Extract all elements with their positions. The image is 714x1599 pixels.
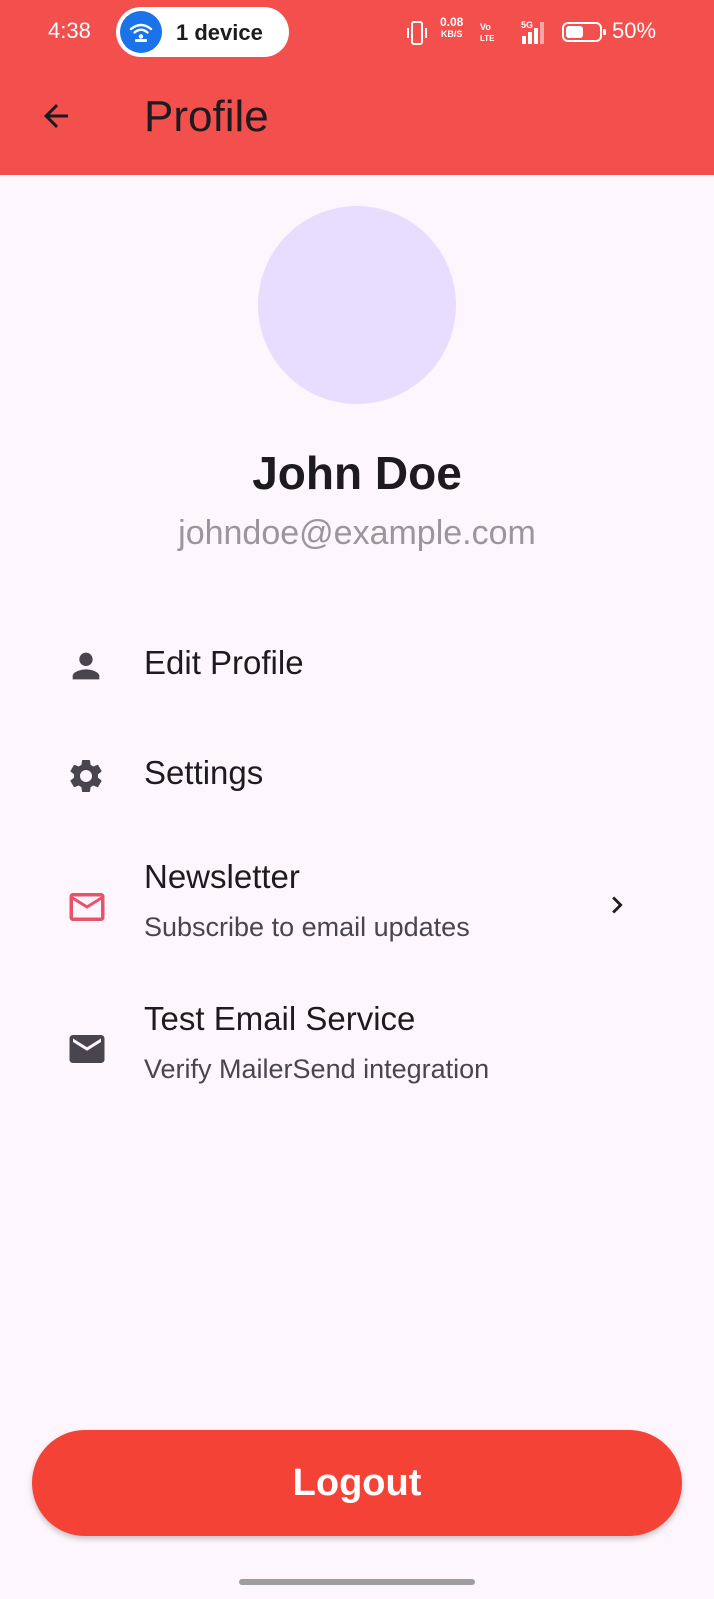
svg-text:5G: 5G [521, 20, 533, 30]
mail-filled-icon [69, 1035, 105, 1063]
battery-percent: 50% [612, 18, 657, 43]
mail-outline-icon [69, 893, 105, 921]
menu-item-subtitle: Subscribe to email updates [144, 912, 470, 942]
hotspot-device-pill[interactable]: 1 device [116, 7, 289, 57]
app-bar: Profile [0, 64, 714, 175]
vibrate-icon [407, 21, 427, 45]
menu-item-settings[interactable]: Settings [0, 724, 714, 828]
menu-item-newsletter[interactable]: Newsletter Subscribe to email updates [0, 846, 714, 970]
menu-item-title: Test Email Service [144, 1000, 416, 1037]
user-email: johndoe@example.com [178, 514, 536, 552]
user-name: John Doe [252, 447, 462, 499]
device-pill-label: 1 device [176, 20, 263, 45]
chevron-right-icon [612, 896, 623, 914]
net-speed-unit: KB/S [440, 29, 463, 39]
menu-item-title: Newsletter [144, 858, 300, 895]
page-title: Profile [144, 92, 269, 141]
menu-item-title: Settings [144, 754, 264, 791]
wifi-hotspot-icon [120, 11, 162, 53]
menu-item-subtitle: Verify MailerSend integration [144, 1054, 490, 1084]
volte-icon: Vo LTE [480, 22, 495, 43]
svg-text:Vo: Vo [480, 22, 491, 32]
menu-item-edit-profile[interactable]: Edit Profile [0, 614, 714, 718]
net-speed-indicator: 0.08 KB/S [440, 16, 463, 40]
menu-item-test-email-service[interactable]: Test Email Service Verify MailerSend int… [0, 988, 714, 1112]
menu-item-title: Edit Profile [144, 644, 304, 681]
home-indicator[interactable] [239, 1579, 475, 1585]
gear-icon [70, 760, 102, 792]
battery-icon [562, 22, 606, 42]
app-header: 4:38 1 device 0.08 KB/S Vo LTE 5G 50% Pr… [0, 0, 714, 175]
logout-button[interactable]: Logout [32, 1430, 682, 1536]
person-icon [72, 652, 100, 680]
back-button[interactable] [30, 90, 82, 142]
status-time: 4:38 [48, 18, 91, 43]
status-bar: 4:38 1 device 0.08 KB/S Vo LTE 5G 50% [0, 0, 714, 64]
svg-text:LTE: LTE [480, 34, 495, 43]
net-speed-value: 0.08 [440, 15, 464, 29]
avatar [258, 206, 456, 404]
signal-5g-icon: 5G [521, 20, 544, 44]
arrow-back-icon [44, 104, 68, 128]
